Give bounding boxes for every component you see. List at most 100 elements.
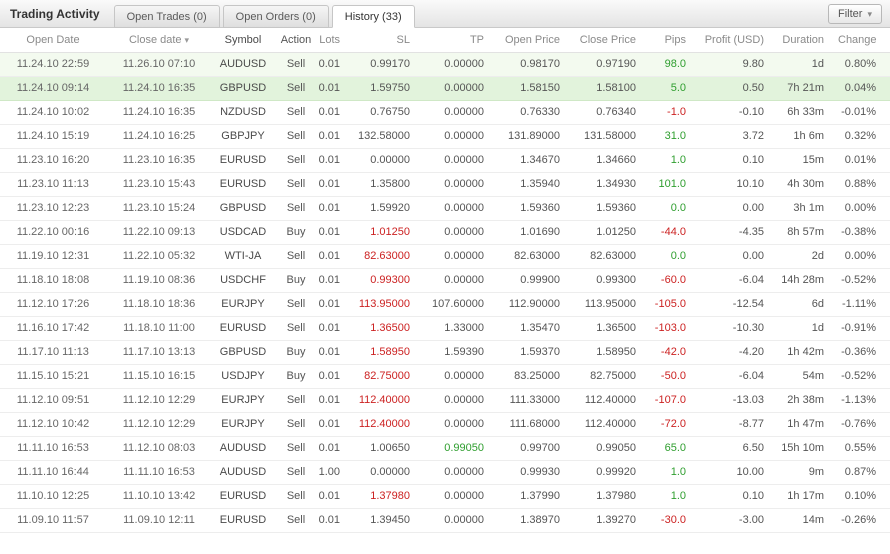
cell-open-date: 11.12.10 17:26 bbox=[0, 292, 106, 316]
column-header-profit[interactable]: Profit (USD) bbox=[700, 28, 778, 52]
cell-lots: 0.01 bbox=[318, 196, 354, 220]
table-row[interactable]: 11.24.10 15:1911.24.10 16:25GBPJPYSell0.… bbox=[0, 124, 890, 148]
column-header-lots[interactable]: Lots bbox=[318, 28, 354, 52]
cell-duration: 15h 10m bbox=[778, 436, 838, 460]
table-row[interactable]: 11.15.10 15:2111.15.10 16:15USDJPYBuy0.0… bbox=[0, 364, 890, 388]
cell-open-price: 111.68000 bbox=[498, 412, 574, 436]
cell-lots: 0.01 bbox=[318, 244, 354, 268]
table-row[interactable]: 11.12.10 09:5111.12.10 12:29EURJPYSell0.… bbox=[0, 388, 890, 412]
cell-duration: 1d bbox=[778, 52, 838, 76]
cell-symbol: NZDUSD bbox=[212, 100, 274, 124]
cell-open-price: 83.25000 bbox=[498, 364, 574, 388]
cell-close-price: 0.99920 bbox=[574, 460, 650, 484]
cell-action: Sell bbox=[274, 100, 318, 124]
column-header-open-price[interactable]: Open Price bbox=[498, 28, 574, 52]
cell-sl: 0.76750 bbox=[354, 100, 424, 124]
table-row[interactable]: 11.23.10 11:1311.23.10 15:43EURUSDSell0.… bbox=[0, 172, 890, 196]
column-header-close-price[interactable]: Close Price bbox=[574, 28, 650, 52]
table-row[interactable]: 11.19.10 12:3111.22.10 05:32WTI-JASell0.… bbox=[0, 244, 890, 268]
table-row[interactable]: 11.24.10 09:1411.24.10 16:35GBPUSDSell0.… bbox=[0, 76, 890, 100]
filter-button[interactable]: Filter ▾ bbox=[828, 4, 882, 24]
cell-duration: 1d bbox=[778, 316, 838, 340]
cell-symbol: WTI-JA bbox=[212, 244, 274, 268]
cell-open-date: 11.09.10 11:57 bbox=[0, 508, 106, 532]
cell-profit: -4.35 bbox=[700, 220, 778, 244]
cell-tp: 1.33000 bbox=[424, 316, 498, 340]
cell-open-date: 11.24.10 15:19 bbox=[0, 124, 106, 148]
cell-action: Sell bbox=[274, 460, 318, 484]
table-row[interactable]: 11.10.10 12:2511.10.10 13:42EURUSDSell0.… bbox=[0, 484, 890, 508]
cell-open-date: 11.10.10 12:25 bbox=[0, 484, 106, 508]
table-row[interactable]: 11.17.10 11:1311.17.10 13:13GBPUSDBuy0.0… bbox=[0, 340, 890, 364]
table-row[interactable]: 11.18.10 18:0811.19.10 08:36USDCHFBuy0.0… bbox=[0, 268, 890, 292]
table-row[interactable]: 11.24.10 22:5911.26.10 07:10AUDUSDSell0.… bbox=[0, 52, 890, 76]
cell-sl: 0.99170 bbox=[354, 52, 424, 76]
column-header-symbol[interactable]: Symbol bbox=[212, 28, 274, 52]
cell-duration: 9m bbox=[778, 460, 838, 484]
cell-change: 0.00% bbox=[838, 244, 890, 268]
table-row[interactable]: 11.11.10 16:5311.12.10 08:03AUDUSDSell0.… bbox=[0, 436, 890, 460]
cell-close-price: 82.63000 bbox=[574, 244, 650, 268]
cell-sl: 132.58000 bbox=[354, 124, 424, 148]
cell-lots: 0.01 bbox=[318, 124, 354, 148]
table-row[interactable]: 11.11.10 16:4411.11.10 16:53AUDUSDSell1.… bbox=[0, 460, 890, 484]
cell-open-price: 1.01690 bbox=[498, 220, 574, 244]
cell-symbol: EURUSD bbox=[212, 172, 274, 196]
cell-pips: 1.0 bbox=[650, 484, 700, 508]
column-header-close-date[interactable]: Close date▾ bbox=[106, 28, 212, 52]
table-row[interactable]: 11.22.10 00:1611.22.10 09:13USDCADBuy0.0… bbox=[0, 220, 890, 244]
column-header-tp[interactable]: TP bbox=[424, 28, 498, 52]
tab-open-trades[interactable]: Open Trades (0) bbox=[114, 5, 220, 28]
cell-tp: 0.00000 bbox=[424, 100, 498, 124]
column-header-sl[interactable]: SL bbox=[354, 28, 424, 52]
cell-change: -0.26% bbox=[838, 508, 890, 532]
cell-lots: 0.01 bbox=[318, 316, 354, 340]
cell-close-price: 1.59360 bbox=[574, 196, 650, 220]
table-row[interactable]: 11.23.10 12:2311.23.10 15:24GBPUSDSell0.… bbox=[0, 196, 890, 220]
cell-close-date: 11.22.10 05:32 bbox=[106, 244, 212, 268]
cell-pips: -107.0 bbox=[650, 388, 700, 412]
cell-pips: 1.0 bbox=[650, 460, 700, 484]
cell-duration: 2h 38m bbox=[778, 388, 838, 412]
cell-lots: 0.01 bbox=[318, 268, 354, 292]
table-row[interactable]: 11.12.10 10:4211.12.10 12:29EURJPYSell0.… bbox=[0, 412, 890, 436]
table-row[interactable]: 11.16.10 17:4211.18.10 11:00EURUSDSell0.… bbox=[0, 316, 890, 340]
cell-symbol: AUDUSD bbox=[212, 436, 274, 460]
cell-change: 0.55% bbox=[838, 436, 890, 460]
cell-close-date: 11.22.10 09:13 bbox=[106, 220, 212, 244]
cell-open-date: 11.12.10 10:42 bbox=[0, 412, 106, 436]
tab-history[interactable]: History (33) bbox=[332, 5, 415, 28]
table-row[interactable]: 11.09.10 11:5711.09.10 12:11EURUSDSell0.… bbox=[0, 508, 890, 532]
cell-tp: 0.00000 bbox=[424, 76, 498, 100]
cell-symbol: EURUSD bbox=[212, 508, 274, 532]
table-row[interactable]: 11.23.10 16:2011.23.10 16:35EURUSDSell0.… bbox=[0, 148, 890, 172]
table-row[interactable]: 11.12.10 17:2611.18.10 18:36EURJPYSell0.… bbox=[0, 292, 890, 316]
cell-close-price: 131.58000 bbox=[574, 124, 650, 148]
cell-lots: 0.01 bbox=[318, 412, 354, 436]
column-header-pips[interactable]: Pips bbox=[650, 28, 700, 52]
cell-duration: 4h 30m bbox=[778, 172, 838, 196]
cell-close-price: 1.34660 bbox=[574, 148, 650, 172]
cell-symbol: GBPJPY bbox=[212, 124, 274, 148]
cell-tp: 0.00000 bbox=[424, 220, 498, 244]
cell-pips: 101.0 bbox=[650, 172, 700, 196]
cell-close-price: 113.95000 bbox=[574, 292, 650, 316]
cell-open-price: 1.37990 bbox=[498, 484, 574, 508]
cell-symbol: EURJPY bbox=[212, 388, 274, 412]
cell-sl: 113.95000 bbox=[354, 292, 424, 316]
tab-open-orders[interactable]: Open Orders (0) bbox=[223, 5, 329, 28]
cell-pips: -42.0 bbox=[650, 340, 700, 364]
column-header-duration[interactable]: Duration bbox=[778, 28, 838, 52]
cell-sl: 1.35800 bbox=[354, 172, 424, 196]
column-header-action[interactable]: Action bbox=[274, 28, 318, 52]
cell-open-date: 11.16.10 17:42 bbox=[0, 316, 106, 340]
table-row[interactable]: 11.24.10 10:0211.24.10 16:35NZDUSDSell0.… bbox=[0, 100, 890, 124]
cell-open-date: 11.24.10 10:02 bbox=[0, 100, 106, 124]
cell-profit: 0.00 bbox=[700, 244, 778, 268]
cell-change: -0.38% bbox=[838, 220, 890, 244]
column-header-change[interactable]: Change bbox=[838, 28, 890, 52]
cell-profit: 0.10 bbox=[700, 484, 778, 508]
filter-button-label: Filter bbox=[838, 8, 862, 20]
column-header-open-date[interactable]: Open Date bbox=[0, 28, 106, 52]
cell-close-date: 11.12.10 12:29 bbox=[106, 388, 212, 412]
